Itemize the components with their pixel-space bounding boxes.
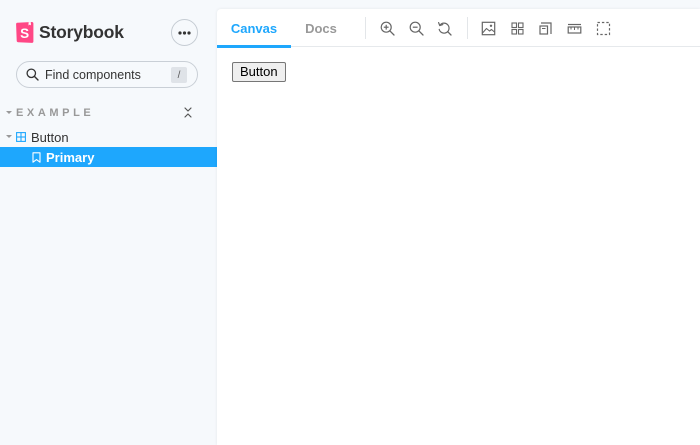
caret-down-icon: [6, 135, 12, 138]
tree-item-label: Primary: [46, 150, 95, 165]
tab-canvas[interactable]: Canvas: [217, 9, 291, 48]
zoom-in-icon: [380, 21, 395, 36]
bookmark-icon: [32, 152, 41, 163]
search-icon: [26, 68, 39, 81]
preview-button[interactable]: Button: [232, 62, 286, 82]
toolbar: Canvas Docs: [217, 9, 700, 48]
outline-icon: [596, 21, 610, 35]
group-header-example[interactable]: EXAMPLE: [0, 105, 217, 121]
grid-button[interactable]: [508, 19, 526, 37]
zoom-in-button[interactable]: [378, 19, 396, 37]
tab-docs[interactable]: Docs: [297, 9, 345, 47]
background-button[interactable]: [479, 19, 497, 37]
zoom-out-button[interactable]: [407, 19, 425, 37]
tree-item-label: Button: [31, 130, 69, 145]
toolbar-divider: [467, 17, 468, 39]
tree-item-button-component[interactable]: Button: [0, 127, 217, 147]
brand-name: Storybook: [39, 21, 124, 42]
search-input[interactable]: [45, 67, 165, 82]
group-label: EXAMPLE: [16, 107, 95, 119]
zoom-reset-icon: [437, 21, 452, 36]
search-box[interactable]: /: [16, 61, 198, 88]
brand[interactable]: S Storybook: [16, 21, 124, 43]
outline-button[interactable]: [594, 19, 612, 37]
component-grid-icon: [16, 132, 26, 142]
preview-panel: Canvas Docs Button: [217, 9, 700, 445]
storybook-logo-icon: S: [16, 21, 34, 43]
grid-icon: [510, 21, 524, 35]
sidebar: S Storybook / EXAMPLE Butt: [0, 0, 217, 445]
zoom-out-icon: [409, 21, 424, 36]
viewport-icon: [538, 21, 552, 35]
sidebar-menu-button[interactable]: [171, 19, 198, 46]
toolbar-divider: [365, 17, 366, 39]
search-shortcut-key: /: [171, 67, 187, 83]
caret-down-icon: [6, 111, 12, 114]
svg-text:S: S: [20, 25, 29, 40]
zoom-reset-button[interactable]: [435, 19, 453, 37]
collapse-all-icon[interactable]: [182, 106, 194, 119]
measure-button[interactable]: [565, 19, 583, 37]
viewport-button[interactable]: [536, 19, 554, 37]
tree-item-primary-story[interactable]: Primary: [0, 147, 217, 167]
background-icon: [481, 21, 495, 35]
ellipsis-icon: [178, 30, 191, 35]
measure-icon: [567, 23, 581, 34]
